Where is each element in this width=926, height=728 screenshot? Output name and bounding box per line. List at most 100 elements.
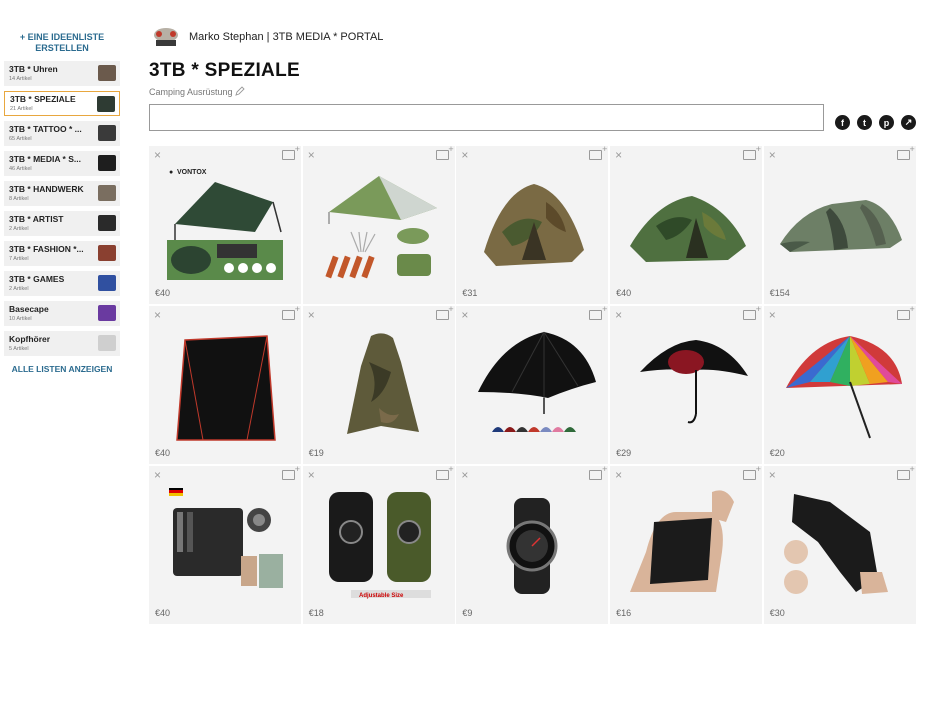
owner-name[interactable]: Marko Stephan | 3TB MEDIA * PORTAL (189, 31, 383, 43)
product-card[interactable]: × €30 (763, 466, 916, 624)
facebook-icon[interactable]: f (835, 115, 850, 130)
product-card[interactable]: × €40 (149, 466, 301, 624)
product-image[interactable] (155, 482, 295, 602)
add-to-list-icon[interactable] (589, 146, 607, 160)
product-card[interactable]: × €40 (149, 306, 301, 464)
list-thumbnail (98, 305, 116, 321)
search-input[interactable] (149, 104, 824, 131)
list-name: Basecape (9, 304, 49, 314)
add-to-list-icon[interactable] (435, 146, 454, 160)
add-to-list-icon[interactable] (743, 146, 761, 160)
add-to-list-icon[interactable] (896, 466, 915, 480)
add-to-list-icon[interactable] (896, 306, 915, 320)
sidebar-list-item[interactable]: 3TB * HANDWERK 8 Artikel (4, 181, 120, 206)
share-bar: f t p ↗ (835, 115, 916, 130)
sidebar-list-item[interactable]: 3TB * GAMES 2 Artikel (4, 271, 120, 296)
add-to-list-icon[interactable] (743, 466, 761, 480)
list-thumbnail (98, 155, 116, 171)
product-image[interactable] (770, 322, 910, 442)
product-image[interactable] (616, 322, 756, 442)
pinterest-icon[interactable]: p (879, 115, 894, 130)
product-card[interactable]: × ● VONTOX €40 (149, 146, 301, 304)
product-card[interactable]: × €40 (610, 146, 763, 304)
remove-icon[interactable]: × (769, 309, 776, 321)
add-to-list-icon[interactable] (282, 306, 300, 320)
remove-icon[interactable]: × (154, 469, 161, 481)
add-to-list-icon[interactable] (282, 466, 300, 480)
sidebar-list-item[interactable]: 3TB * SPEZIALE 21 Artikel (4, 91, 120, 116)
remove-icon[interactable]: × (461, 309, 468, 321)
product-image[interactable] (309, 322, 449, 442)
share-icon[interactable]: ↗ (901, 115, 916, 130)
product-image[interactable] (309, 162, 449, 282)
product-image[interactable] (616, 162, 756, 282)
product-image[interactable] (462, 162, 602, 282)
product-image[interactable] (770, 482, 910, 602)
product-card[interactable]: × (456, 306, 609, 464)
remove-icon[interactable]: × (154, 149, 161, 161)
remove-icon[interactable]: × (308, 309, 315, 321)
product-price: €40 (155, 288, 171, 298)
sidebar-list-item[interactable]: 3TB * FASHION *... 7 Artikel (4, 241, 120, 266)
product-card[interactable]: × Adjustable Size €18 (302, 466, 455, 624)
remove-icon[interactable]: × (308, 149, 315, 161)
add-to-list-icon[interactable] (589, 466, 607, 480)
product-card[interactable]: × €9 (456, 466, 609, 624)
sidebar-list-item[interactable]: 3TB * TATTOO * ... 65 Artikel (4, 121, 120, 146)
add-to-list-icon[interactable] (282, 146, 300, 160)
product-image[interactable] (462, 482, 602, 602)
remove-icon[interactable]: × (154, 309, 161, 321)
product-image[interactable] (462, 322, 602, 442)
product-card[interactable]: × €154 (763, 146, 916, 304)
product-image[interactable] (770, 162, 910, 282)
twitter-icon[interactable]: t (857, 115, 872, 130)
list-name: 3TB * HANDWERK (9, 184, 84, 194)
remove-icon[interactable]: × (461, 469, 468, 481)
product-card[interactable]: × €29 (610, 306, 763, 464)
sidebar-list-item[interactable]: Basecape 10 Artikel (4, 301, 120, 326)
list-thumbnail (98, 215, 116, 231)
product-price: €154 (769, 288, 790, 298)
sidebar-list-item[interactable]: 3TB * MEDIA * S... 46 Artikel (4, 151, 120, 176)
list-thumbnail (97, 96, 115, 112)
add-to-list-icon[interactable] (896, 146, 915, 160)
create-idea-list-link[interactable]: + EINE IDEENLISTE ERSTELLEN (4, 32, 120, 54)
product-card[interactable]: × €16 (610, 466, 763, 624)
remove-icon[interactable]: × (615, 469, 622, 481)
product-image[interactable] (155, 322, 295, 442)
product-image[interactable]: Adjustable Size (309, 482, 449, 602)
list-name: 3TB * FASHION *... (9, 244, 84, 254)
remove-icon[interactable]: × (769, 149, 776, 161)
product-price: €29 (616, 448, 632, 458)
sidebar-list-item[interactable]: 3TB * ARTIST 2 Artikel (4, 211, 120, 236)
pencil-icon[interactable] (234, 86, 245, 98)
remove-icon[interactable]: × (461, 149, 468, 161)
product-card[interactable]: × €19 (302, 306, 455, 464)
product-image[interactable] (616, 482, 756, 602)
product-card[interactable]: × €20 (763, 306, 916, 464)
show-all-lists-link[interactable]: ALLE LISTEN ANZEIGEN (4, 364, 120, 374)
remove-icon[interactable]: × (769, 469, 776, 481)
product-price: €40 (155, 448, 171, 458)
product-image[interactable]: ● VONTOX (155, 162, 295, 282)
list-name: 3TB * MEDIA * S... (9, 154, 81, 164)
remove-icon[interactable]: × (308, 469, 315, 481)
sidebar-list-item[interactable]: Kopfhörer 5 Artikel (4, 331, 120, 356)
product-card[interactable]: × €31 (456, 146, 609, 304)
list-thumbnail (98, 245, 116, 261)
sidebar-list-item[interactable]: 3TB * Uhren 14 Artikel (4, 61, 120, 86)
product-price: €20 (769, 448, 785, 458)
item-grid: × ● VONTOX €40× × €31× (149, 146, 916, 624)
product-card[interactable]: × (302, 146, 455, 304)
product-price: €19 (308, 448, 324, 458)
list-name: 3TB * SPEZIALE (10, 94, 76, 104)
add-to-list-icon[interactable] (435, 306, 454, 320)
product-price: €31 (462, 288, 478, 298)
avatar[interactable] (150, 26, 182, 48)
remove-icon[interactable]: × (615, 309, 622, 321)
add-to-list-icon[interactable] (743, 306, 761, 320)
add-to-list-icon[interactable] (435, 466, 454, 480)
remove-icon[interactable]: × (615, 149, 622, 161)
list-name: Kopfhörer (9, 334, 51, 344)
add-to-list-icon[interactable] (589, 306, 607, 320)
